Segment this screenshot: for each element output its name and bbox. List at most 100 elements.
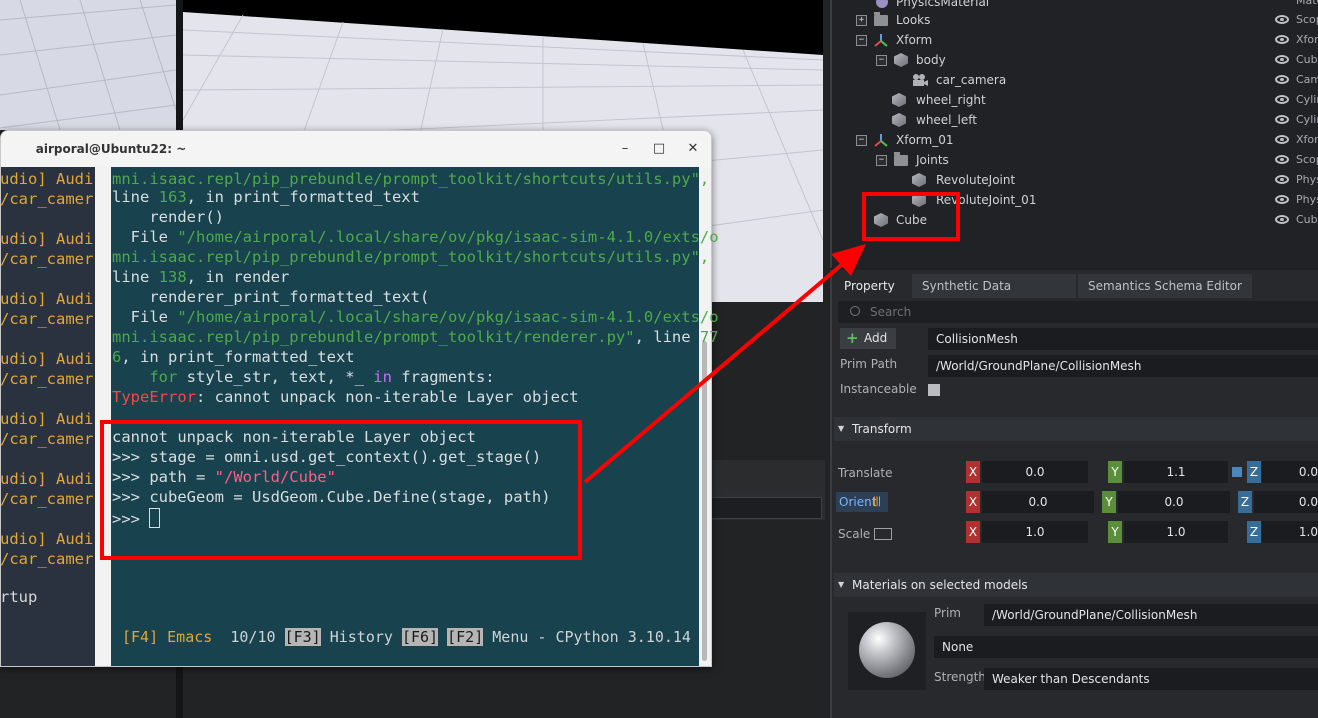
prim-path-field[interactable]: /World/GroundPlane/CollisionMesh xyxy=(928,355,1318,377)
strength-label: Strength xyxy=(934,670,986,684)
collapse-minus-icon[interactable]: − xyxy=(856,35,867,46)
repl-status-bar: [F4] Emacs 10/10 [F3] History [F6] [F2] … xyxy=(122,628,691,646)
materials-section-header[interactable]: Materials on selected models xyxy=(834,573,1318,597)
axis-y-label: Y xyxy=(1102,491,1116,513)
collapse-minus-icon[interactable]: − xyxy=(876,55,887,66)
scale-y-field[interactable]: 1.0 xyxy=(1124,521,1228,543)
left-pane-line: udio] Audi xyxy=(0,170,94,188)
visibility-eye-icon[interactable] xyxy=(1275,115,1289,124)
material-preview-thumbnail xyxy=(848,612,926,690)
left-pane-line: udio] Audi xyxy=(0,350,94,368)
material-assign-dropdown[interactable]: None xyxy=(934,636,1318,658)
visibility-eye-icon[interactable] xyxy=(1275,55,1289,64)
orient-mode-button[interactable]: Orient ||| xyxy=(836,492,888,512)
terminal-line: render() xyxy=(112,208,224,226)
tab-property[interactable]: Property xyxy=(834,274,910,298)
orient-x-field[interactable]: 0.0 xyxy=(982,491,1094,513)
scrollbar-thumb[interactable] xyxy=(702,341,707,661)
minimize-button[interactable]: – xyxy=(615,139,635,159)
prim-type: Phys xyxy=(1296,173,1318,186)
prim-label: Prim xyxy=(934,606,961,620)
prim-type: Cube xyxy=(1296,213,1318,226)
axis-z-label: Z xyxy=(1247,461,1261,483)
visibility-eye-icon[interactable] xyxy=(1275,215,1289,224)
axis-x-label: X xyxy=(966,461,980,483)
visibility-eye-icon[interactable] xyxy=(1275,15,1289,24)
folder-icon xyxy=(874,12,888,26)
prim-type: Phys xyxy=(1296,193,1318,206)
orient-z-field[interactable]: 0.0 xyxy=(1254,491,1318,513)
plus-icon: + xyxy=(846,329,859,347)
terminal-line: for style_str, text, *_ in fragments: xyxy=(149,368,495,386)
terminal-line: 6, in print_formatted_text xyxy=(112,348,355,366)
instanceable-label: Instanceable xyxy=(840,382,917,396)
terminal-line: mni.isaac.repl/pip_prebundle/prompt_tool… xyxy=(112,170,710,188)
prim-type: Cylin xyxy=(1296,93,1318,106)
viewport-left-render xyxy=(0,0,176,130)
orient-bars-icon: ||| xyxy=(873,496,881,507)
visibility-eye-icon[interactable] xyxy=(1275,135,1289,144)
xform-axes-icon xyxy=(874,33,888,47)
annotation-box-cube xyxy=(862,192,960,241)
terminal-line: File "/home/airporal/.local/share/ov/pkg… xyxy=(112,308,719,326)
material-prim-field[interactable]: /World/GroundPlane/CollisionMesh xyxy=(984,604,1318,626)
prim-type: Cylin xyxy=(1296,113,1318,126)
left-pane-line: udio] Audi xyxy=(0,530,94,548)
terminal-line: TypeError: cannot unpack non-iterable La… xyxy=(112,388,579,406)
terminal-line: line 138, in render xyxy=(112,268,290,286)
visibility-eye-icon[interactable] xyxy=(1275,95,1289,104)
add-button[interactable]: + Add xyxy=(840,328,896,349)
folder-icon xyxy=(894,152,908,166)
left-pane-line: /car_camer xyxy=(0,310,94,328)
terminal-line: mni.isaac.repl/pip_prebundle/prompt_tool… xyxy=(112,328,719,346)
left-pane-line: /car_camer xyxy=(0,430,94,448)
terminal-title: airporal@Ubuntu22: ~ xyxy=(35,142,187,156)
xform-axes-icon xyxy=(874,133,888,147)
visibility-eye-icon[interactable] xyxy=(1275,35,1289,44)
left-pane-line: udio] Audi xyxy=(0,290,94,308)
transform-section-header[interactable]: Transform xyxy=(834,417,1318,441)
translate-x-field[interactable]: 0.0 xyxy=(982,461,1088,483)
camera-icon xyxy=(912,73,928,87)
visibility-eye-icon[interactable] xyxy=(1275,195,1289,204)
visibility-eye-icon[interactable] xyxy=(1275,75,1289,84)
left-pane-line: /car_camer xyxy=(0,550,94,568)
translate-y-field[interactable]: 1.1 xyxy=(1124,461,1228,483)
close-button[interactable]: ✕ xyxy=(683,139,703,159)
instanceable-checkbox[interactable] xyxy=(928,384,940,396)
left-pane-line: /car_camer xyxy=(0,250,94,268)
left-pane-line: rtup xyxy=(0,588,38,606)
orient-y-field[interactable]: 0.0 xyxy=(1118,491,1230,513)
property-search-input[interactable]: Search xyxy=(838,301,1318,323)
strength-dropdown[interactable]: Weaker than Descendants xyxy=(984,668,1318,690)
prim-type: Scop xyxy=(1296,13,1318,26)
prim-type: Xfor xyxy=(1296,133,1318,146)
collapse-minus-icon[interactable]: − xyxy=(876,155,887,166)
expand-plus-icon[interactable]: + xyxy=(856,15,867,26)
scale-z-field[interactable]: 1.0 xyxy=(1262,521,1318,543)
axis-y-label: Y xyxy=(1108,461,1122,483)
axis-x-label: X xyxy=(966,491,980,513)
visibility-eye-icon[interactable] xyxy=(1275,175,1289,184)
collapse-minus-icon[interactable]: − xyxy=(856,135,867,146)
material-sphere-icon xyxy=(859,622,915,678)
prim-name-field[interactable]: CollisionMesh xyxy=(928,328,1318,350)
prim-type: Mate xyxy=(1296,0,1318,7)
scale-x-field[interactable]: 1.0 xyxy=(982,521,1088,543)
axis-y-label: Y xyxy=(1108,521,1122,543)
terminal-line: File "/home/airporal/.local/share/ov/pkg… xyxy=(112,228,719,246)
tab-semantics-schema-editor[interactable]: Semantics Schema Editor xyxy=(1078,274,1252,298)
left-pane-line: /car_camer xyxy=(0,190,94,208)
visibility-eye-icon[interactable] xyxy=(1275,155,1289,164)
annotation-box-code xyxy=(100,420,582,560)
terminal-titlebar[interactable]: airporal@Ubuntu22: ~ – □ ✕ xyxy=(1,131,711,167)
terminal-line: renderer_print_formatted_text( xyxy=(112,288,430,306)
keyframe-icon[interactable] xyxy=(1232,467,1242,477)
pane-separator[interactable] xyxy=(95,167,111,666)
scale-link-icon[interactable] xyxy=(874,528,892,540)
maximize-button[interactable]: □ xyxy=(649,139,669,159)
translate-z-field[interactable]: 0.0 xyxy=(1262,461,1318,483)
tab-synthetic-data-recorder[interactable]: Synthetic Data Recorder xyxy=(912,274,1076,317)
prim-type: Cam xyxy=(1296,73,1318,86)
axis-x-label: X xyxy=(966,521,980,543)
